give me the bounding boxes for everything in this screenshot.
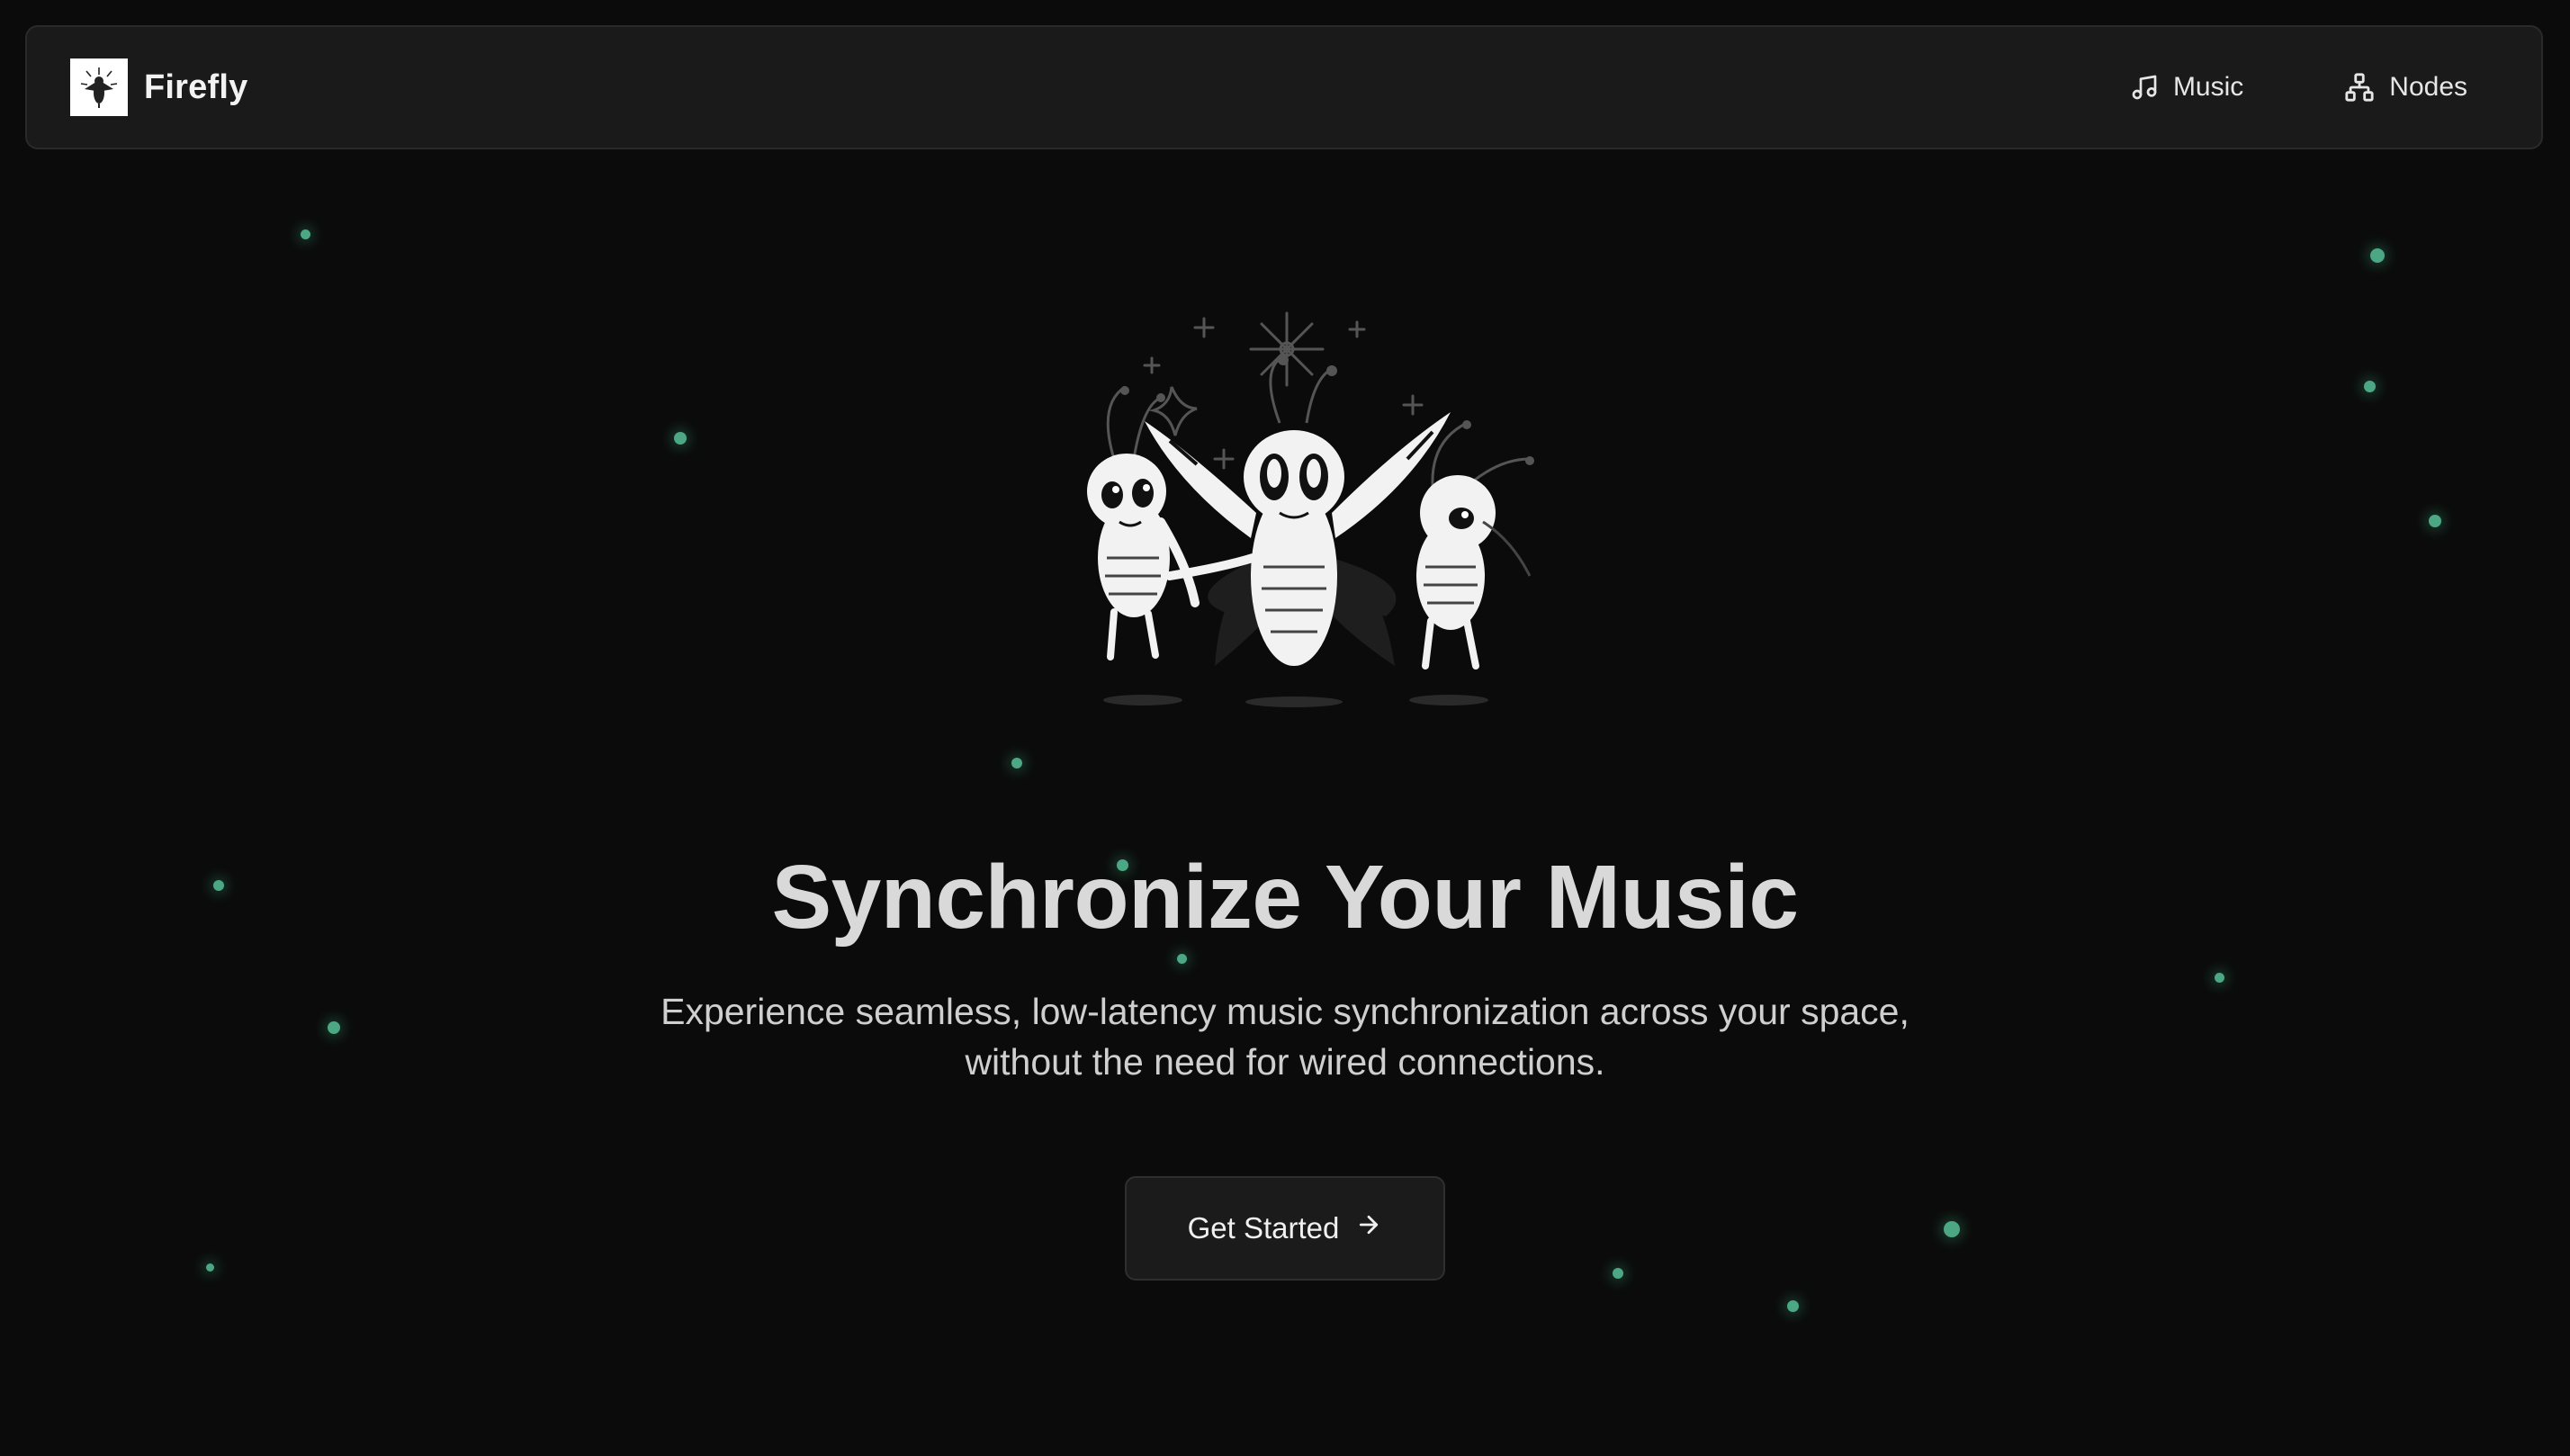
network-nodes-icon [2344,72,2375,103]
nav-link-music-label: Music [2172,72,2244,102]
nav-link-nodes-label: Nodes [2389,72,2467,102]
dancing-fireflies-illustration [1044,297,1548,711]
get-started-button[interactable]: Get Started [1125,1176,1445,1281]
top-navbar: Firefly Music Nodes [25,25,2543,149]
brand-home-link[interactable]: Firefly [70,58,247,116]
nav-links: Music Nodes [2130,72,2467,103]
nav-link-nodes[interactable]: Nodes [2344,72,2467,103]
landing-page: Firefly Music Nodes Synchronize Your Mus… [0,0,2570,1456]
music-note-icon [2130,73,2159,102]
firefly-dot [2370,248,2385,263]
firefly-dot [2364,381,2376,392]
firefly-dot [674,432,687,445]
firefly-dot [1613,1268,1623,1279]
firefly-logo-icon [70,58,128,116]
hero-title: Synchronize Your Music [771,847,1799,948]
firefly-dot [206,1263,214,1272]
get-started-label: Get Started [1187,1211,1340,1245]
firefly-dot [2429,515,2441,527]
brand-name: Firefly [144,67,248,106]
arrow-right-icon [1355,1211,1382,1245]
firefly-dot [328,1021,340,1034]
firefly-dot [1011,758,1022,768]
hero-subtitle: Experience seamless, low-latency music s… [660,991,1910,1083]
firefly-dot [1787,1300,1799,1312]
firefly-dot [1177,954,1187,964]
nav-link-music[interactable]: Music [2130,72,2243,103]
firefly-dot [2215,973,2224,983]
firefly-dot [301,229,310,239]
firefly-dot [1944,1221,1960,1237]
